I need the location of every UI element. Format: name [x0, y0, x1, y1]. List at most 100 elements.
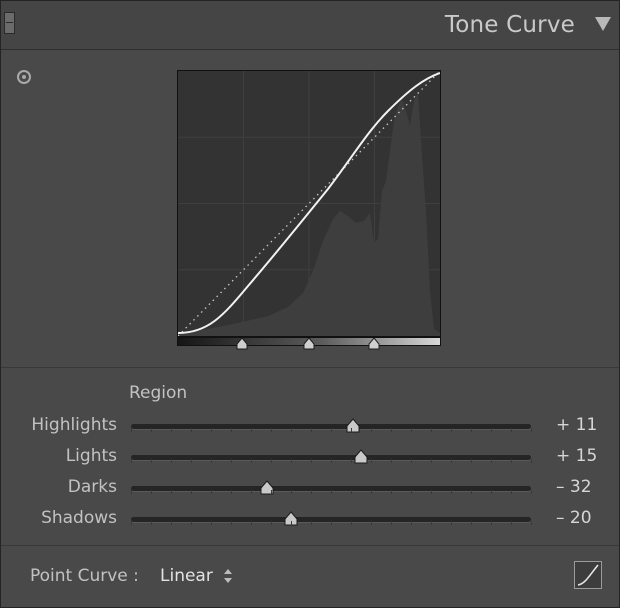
slider-tick — [351, 521, 352, 525]
slider-tick — [271, 521, 272, 525]
slider-tick — [151, 490, 152, 494]
slider-tick — [351, 459, 352, 463]
slider-tick — [411, 521, 412, 525]
slider-tick — [471, 490, 472, 494]
slider-tick — [511, 521, 512, 525]
disclosure-triangle-icon[interactable] — [595, 17, 611, 31]
point-curve-label: Point Curve : — [30, 566, 139, 586]
slider-tick — [291, 428, 292, 432]
slider-tick — [311, 459, 312, 463]
slider-tick — [451, 428, 452, 432]
slider-tick — [511, 459, 512, 463]
slider-tick — [491, 459, 492, 463]
slider-tick — [531, 428, 532, 432]
slider-tick — [391, 428, 392, 432]
slider-value[interactable]: + 15 — [556, 446, 597, 466]
slider-tick — [331, 459, 332, 463]
slider-row-shadows: Shadows – 20 — [1, 508, 619, 532]
slider-value[interactable]: – 20 — [556, 508, 592, 528]
slider-tick — [271, 459, 272, 463]
slider-tick — [211, 521, 212, 525]
slider-thumb[interactable] — [345, 418, 361, 434]
slider-tick — [211, 428, 212, 432]
slider-row-lights: Lights + 15 — [1, 446, 619, 470]
slider-tick — [231, 490, 232, 494]
slider-tick — [211, 459, 212, 463]
slider-value[interactable]: – 32 — [556, 477, 592, 497]
slider-tick — [371, 459, 372, 463]
slider-tick — [451, 521, 452, 525]
panel-title: Tone Curve — [444, 12, 575, 38]
slider-tick — [171, 428, 172, 432]
slider-value[interactable]: + 11 — [556, 415, 597, 435]
slider-tick — [311, 490, 312, 494]
slider-tick — [331, 521, 332, 525]
slider-tick — [491, 521, 492, 525]
slider-tick — [291, 490, 292, 494]
slider-tick — [391, 459, 392, 463]
slider-tick — [131, 490, 132, 494]
slider-tick — [171, 521, 172, 525]
slider-label: Darks — [67, 477, 117, 497]
slider-tick — [371, 428, 372, 432]
slider-tick — [191, 521, 192, 525]
slider-tick — [311, 521, 312, 525]
slider-tick — [311, 428, 312, 432]
slider-tick — [131, 459, 132, 463]
slider-tick — [431, 459, 432, 463]
slider-tick — [291, 459, 292, 463]
slider-tick — [191, 428, 192, 432]
slider-tick — [151, 459, 152, 463]
slider-tick — [191, 459, 192, 463]
slider-tick — [371, 521, 372, 525]
slider-thumb[interactable] — [259, 480, 275, 496]
slider-tick — [351, 428, 352, 432]
panel-collapse-icon[interactable] — [4, 12, 15, 34]
region-label: Region — [129, 383, 188, 403]
slider-thumb[interactable] — [353, 449, 369, 465]
split-handle-midtones[interactable] — [302, 337, 316, 351]
slider-tick — [351, 490, 352, 494]
slider-tick — [511, 428, 512, 432]
slider-row-darks: Darks – 32 — [1, 477, 619, 501]
slider-tick — [151, 428, 152, 432]
slider-tick — [171, 490, 172, 494]
section-divider — [1, 545, 619, 546]
slider-tick — [191, 490, 192, 494]
slider-tick — [491, 490, 492, 494]
slider-tick — [131, 428, 132, 432]
slider-tick — [231, 428, 232, 432]
slider-tick — [251, 428, 252, 432]
slider-tick — [371, 490, 372, 494]
targeted-adjustment-icon[interactable] — [17, 70, 31, 84]
slider-tick — [251, 459, 252, 463]
slider-tick — [491, 428, 492, 432]
slider-tick — [251, 490, 252, 494]
tone-curve-graph[interactable] — [177, 70, 441, 337]
slider-label: Shadows — [41, 508, 117, 528]
slider-tick — [331, 428, 332, 432]
panel-header[interactable]: Tone Curve — [1, 1, 619, 50]
slider-tick — [271, 428, 272, 432]
slider-tick — [451, 459, 452, 463]
slider-label: Lights — [65, 446, 117, 466]
section-divider — [1, 367, 619, 368]
slider-tick — [411, 490, 412, 494]
split-handle-shadows[interactable] — [235, 337, 249, 351]
slider-tick — [471, 459, 472, 463]
point-curve-select[interactable]: Linear — [160, 566, 213, 586]
slider-tick — [331, 490, 332, 494]
slider-tick — [411, 459, 412, 463]
edit-point-curve-icon[interactable] — [574, 561, 602, 589]
slider-tick — [231, 521, 232, 525]
split-handle-highlights[interactable] — [367, 337, 381, 351]
slider-tick — [451, 490, 452, 494]
slider-tick — [471, 521, 472, 525]
select-arrows-icon[interactable] — [223, 567, 233, 585]
slider-tick — [531, 521, 532, 525]
slider-tick — [291, 521, 292, 525]
slider-tick — [131, 521, 132, 525]
slider-tick — [231, 459, 232, 463]
slider-tick — [431, 490, 432, 494]
slider-tick — [411, 428, 412, 432]
